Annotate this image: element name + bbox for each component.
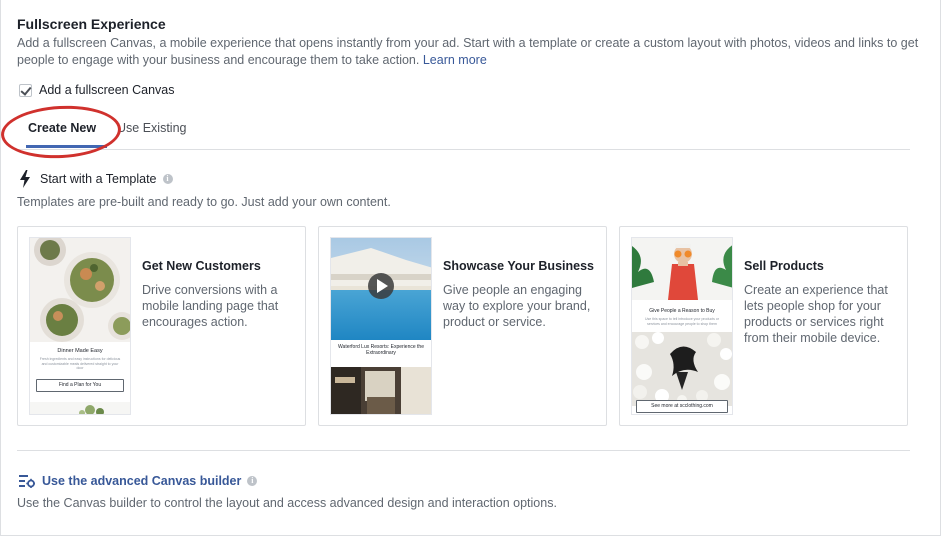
add-canvas-checkbox-row[interactable]: Add a fullscreen Canvas — [19, 82, 175, 98]
advanced-canvas-builder-link[interactable]: Use the advanced Canvas builder — [42, 474, 241, 488]
card-thumbnail: Dinner Made Easy Fresh ingredients and e… — [29, 237, 131, 415]
card-title: Showcase Your Business — [443, 259, 594, 273]
thumb-heading: Dinner Made Easy — [57, 348, 103, 354]
interior-image — [331, 367, 431, 414]
thumb-button: Find a Plan for You — [36, 379, 124, 392]
add-canvas-label[interactable]: Add a fullscreen Canvas — [39, 83, 175, 97]
template-card-get-new-customers[interactable]: Dinner Made Easy Fresh ingredients and e… — [17, 226, 306, 426]
section-description: Add a fullscreen Canvas, a mobile experi… — [17, 35, 927, 69]
template-description: Templates are pre-built and ready to go.… — [17, 195, 391, 209]
card-thumbnail: Waterford Lux Resorts: Experience the Ex… — [330, 237, 432, 415]
section-divider — [17, 450, 910, 451]
card-description: Give people an engaging way to explore y… — [443, 283, 591, 329]
lightning-bolt-icon — [20, 170, 30, 188]
learn-more-link[interactable]: Learn more — [423, 53, 487, 67]
thumb-heading: Give People a Reason to Buy — [649, 308, 715, 314]
thumb-heading: Waterford Lux Resorts: Experience the Ex… — [338, 344, 424, 356]
resort-pool-image — [331, 238, 431, 340]
card-title: Get New Customers — [142, 259, 261, 273]
card-description: Drive conversions with a mobile landing … — [142, 283, 279, 329]
plant-image — [30, 402, 130, 414]
canvas-builder-icon — [19, 475, 35, 488]
template-heading: Start with a Template — [40, 172, 157, 186]
advanced-builder-row: Use the advanced Canvas builder i — [19, 473, 258, 489]
fashion-model-image — [632, 238, 732, 300]
food-image — [30, 238, 130, 342]
tab-use-existing[interactable]: Use Existing — [117, 121, 186, 135]
active-tab-indicator — [26, 145, 107, 148]
info-icon[interactable]: i — [162, 174, 173, 184]
advanced-builder-description: Use the Canvas builder to control the la… — [17, 496, 557, 510]
section-title: Fullscreen Experience — [17, 16, 166, 32]
template-heading-row: Start with a Template i — [19, 170, 173, 188]
thumb-text: Use this space to tell introduce your pr… — [645, 317, 719, 326]
template-card-sell-products[interactable]: Give People a Reason to Buy Use this spa… — [619, 226, 908, 426]
shoes-on-pebbles-image — [632, 332, 732, 406]
tab-create-new[interactable]: Create New — [28, 121, 96, 135]
thumb-text: Fresh ingredients and easy instructions … — [39, 357, 121, 370]
info-icon[interactable]: i — [247, 476, 258, 486]
template-card-showcase-your-business[interactable]: Waterford Lux Resorts: Experience the Ex… — [318, 226, 607, 426]
add-canvas-checkbox[interactable] — [19, 83, 32, 97]
canvas-tabs: Create New Use Existing — [17, 110, 910, 150]
card-description: Create an experience that lets people sh… — [744, 283, 888, 345]
thumb-button: See more at scclothing.com — [636, 400, 728, 413]
card-thumbnail: Give People a Reason to Buy Use this spa… — [631, 237, 733, 415]
card-title: Sell Products — [744, 259, 824, 273]
